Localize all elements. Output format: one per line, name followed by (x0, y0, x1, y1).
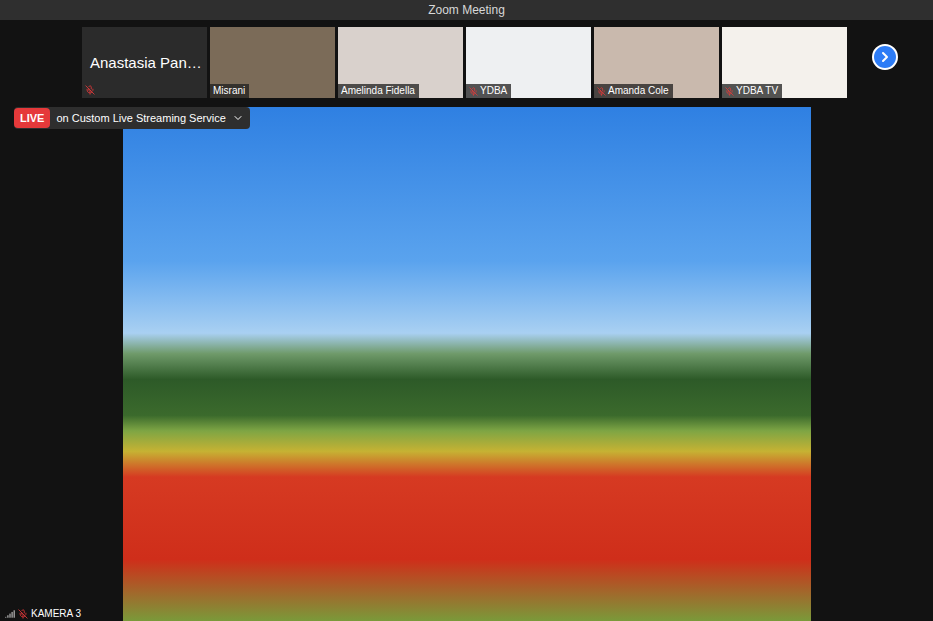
chevron-down-icon (232, 112, 244, 124)
speaker-video (123, 107, 811, 621)
signal-icon (5, 609, 15, 619)
participant-tile[interactable]: Amanda Cole (594, 27, 719, 98)
participant-tile[interactable]: Amelinda Fidella (338, 27, 463, 98)
main-stage: LIVE on Custom Live Streaming Service KAME… (0, 100, 933, 621)
participant-name: Anastasia Pan… (90, 54, 202, 71)
live-badge: LIVE (14, 108, 50, 128)
zoom-window: Zoom Meeting Anastasia Pan… Misrani Amelind… (0, 0, 933, 621)
next-page-button[interactable] (872, 44, 898, 70)
participant-name: YDBA TV (736, 85, 778, 97)
name-tag: Amelinda Fidella (338, 84, 419, 98)
title-bar: Zoom Meeting (0, 0, 933, 20)
participant-tile[interactable]: Misrani (210, 27, 335, 98)
mic-off-icon (85, 85, 95, 95)
participant-name: Amanda Cole (608, 85, 669, 97)
participant-strip: Anastasia Pan… Misrani Amelinda Fidella YDB… (0, 20, 933, 100)
camera-label: KAMERA 3 (5, 608, 81, 619)
participant-tile[interactable]: YDBA (466, 27, 591, 98)
live-service: on Custom Live Streaming Service (56, 112, 225, 124)
participant-name: Misrani (213, 85, 245, 97)
chevron-right-icon (877, 49, 893, 65)
mic-off-icon (725, 87, 734, 96)
mic-off-icon (597, 87, 606, 96)
name-tag: YDBA (466, 84, 511, 98)
participant-tile[interactable]: Anastasia Pan… (82, 27, 207, 98)
participant-tile[interactable]: YDBA TV (722, 27, 847, 98)
participant-name: YDBA (480, 85, 507, 97)
participant-name: Amelinda Fidella (341, 85, 415, 97)
camera-name: KAMERA 3 (31, 608, 81, 619)
name-tag: YDBA TV (722, 84, 782, 98)
mic-off-icon (469, 87, 478, 96)
mic-off-icon (18, 609, 28, 619)
live-status[interactable]: LIVE on Custom Live Streaming Service (14, 107, 250, 129)
mute-mark (85, 85, 95, 95)
name-tag: Amanda Cole (594, 84, 673, 98)
name-tag: Misrani (210, 84, 249, 98)
